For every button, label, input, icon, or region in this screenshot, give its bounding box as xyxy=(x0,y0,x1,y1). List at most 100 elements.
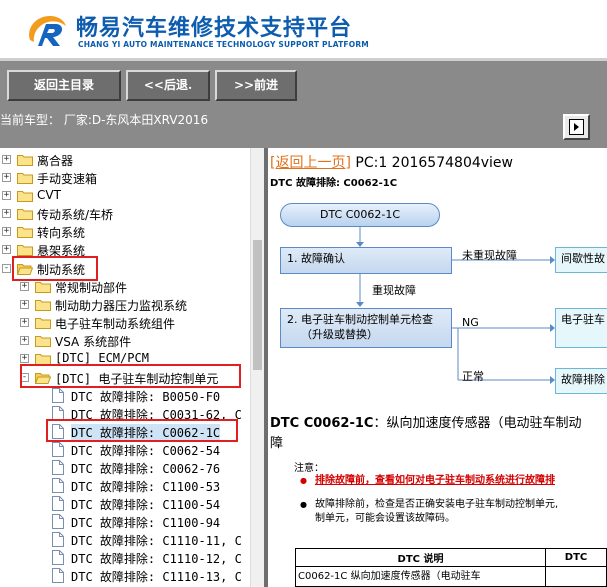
document-icon xyxy=(52,442,64,457)
document-icon xyxy=(52,388,64,403)
dtc-description: ：纵向加速度传感器（电动驻车制动 xyxy=(373,416,582,431)
note1-text[interactable]: 排除故障前，查看如何对电子驻车制动系统进行故障排 xyxy=(302,474,607,488)
tree-doc-label: DTC 故障排除: B0050-F0 xyxy=(71,390,221,404)
collapse-minus-icon[interactable]: - xyxy=(2,264,11,273)
tree-subfolder-label: [DTC] ECM/PCM xyxy=(55,351,149,365)
tree-subfolder-regular-brake[interactable]: + 常规制动部件 xyxy=(0,278,250,296)
tree-doc-c0062-76[interactable]: DTC 故障排除: C0062-76 xyxy=(0,459,250,477)
folder-icon xyxy=(35,317,51,329)
dtc-table-cell-desc: C0062-1C 纵向加速度传感器（电动驻车 xyxy=(295,566,546,587)
folder-icon xyxy=(35,335,51,347)
troubleshooting-flowchart: DTC C0062-1C 1. 故障确认 未重现故障 间歇性故 重现故障 2. … xyxy=(268,198,607,398)
dtc-description-cont: 障 xyxy=(270,436,284,451)
folder-icon xyxy=(17,208,33,220)
expand-icon xyxy=(569,119,584,135)
flow-start-node: DTC C0062-1C xyxy=(280,203,440,227)
tree-doc-label: DTC 故障排除: C0062-54 xyxy=(71,444,221,458)
tree-subfolder-vsa[interactable]: + VSA 系统部件 xyxy=(0,332,250,350)
document-icon xyxy=(52,478,64,493)
folder-icon xyxy=(17,172,33,184)
tree-folder-clutch[interactable]: + 离合器 xyxy=(0,151,250,169)
content-header: [返回上一页] PC:1 2016574804view xyxy=(270,152,513,172)
flow-step2-line2: （升级或替换） xyxy=(301,328,378,341)
dtc-code: DTC C0062-1C xyxy=(270,416,374,431)
tree-panel: + 离合器 + 手动变速箱 + CVT + 传动系统/车桥 + 转向系统 + 悬… xyxy=(0,148,264,587)
expand-plus-icon[interactable]: + xyxy=(2,155,11,164)
brand-title: 畅易汽车维修技术支持平台 xyxy=(76,16,353,41)
forward-button[interactable]: >>前进 xyxy=(215,70,297,101)
expand-plus-icon[interactable]: + xyxy=(20,354,29,363)
tree-subfolder-booster-monitor[interactable]: + 制动助力器压力监视系统 xyxy=(0,296,250,314)
brand-logo xyxy=(29,16,66,46)
tree-doc-label: DTC 故障排除: C1100-53 xyxy=(71,480,221,494)
tree-folder-label: 手动变速箱 xyxy=(37,172,98,186)
tree-subfolder-label: 制动助力器压力监视系统 xyxy=(55,299,188,313)
tree-subfolder-label: 常规制动部件 xyxy=(55,281,128,295)
document-icon xyxy=(52,550,64,565)
back-to-home-button[interactable]: 返回主目录 xyxy=(7,70,121,101)
note-link-troubleshoot[interactable]: 排除故障前，查看如何对电子驻车制动系统进行故障排 xyxy=(300,474,607,488)
expand-plus-icon[interactable]: + xyxy=(20,282,29,291)
tree-folder-label: 传动系统/车桥 xyxy=(37,208,114,222)
current-vehicle-text: 当前车型： 厂家:D-东风本田XRV2016 xyxy=(0,113,209,127)
tree-doc-b0050[interactable]: DTC 故障排除: B0050-F0 xyxy=(0,387,250,405)
note-install-check: 故障排除前，检查是否正确安装电子驻车制动控制单元, 制单元，可能会设置该故障码。 xyxy=(300,498,607,526)
folder-icon xyxy=(17,226,33,238)
dtc-table-header-dtc: DTC xyxy=(545,548,607,567)
tree-doc-c1100-54[interactable]: DTC 故障排除: C1100-54 xyxy=(0,495,250,513)
back-to-previous-link[interactable]: [返回上一页] xyxy=(270,155,351,171)
expand-plus-icon[interactable]: + xyxy=(20,336,29,345)
tree-folder-drivetrain[interactable]: + 传动系统/车桥 xyxy=(0,205,250,223)
folder-icon xyxy=(35,299,51,311)
note2-text: 故障排除前，检查是否正确安装电子驻车制动控制单元, xyxy=(315,499,559,510)
folder-icon xyxy=(17,244,33,256)
expand-plus-icon[interactable]: + xyxy=(20,318,29,327)
highlight-box-epb-control-unit xyxy=(20,364,241,388)
tree-doc-c1110-13[interactable]: DTC 故障排除: C1110-13, C xyxy=(0,567,250,585)
expand-panel-button[interactable] xyxy=(563,114,590,140)
flow-label-ng: NG xyxy=(462,316,479,329)
dtc-title: DTC C0062-1C：纵向加速度传感器（电动驻车制动 障 xyxy=(270,414,607,454)
expand-plus-icon[interactable]: + xyxy=(2,209,11,218)
folder-icon xyxy=(35,281,51,293)
vehicle-bar: 当前车型： 厂家:D-东风本田XRV2016 xyxy=(0,108,607,148)
tree-doc-c0062-54[interactable]: DTC 故障排除: C0062-54 xyxy=(0,441,250,459)
folder-icon xyxy=(17,190,33,202)
flow-normal-target-node: 故障排除 xyxy=(555,368,607,394)
tree-folder-steering[interactable]: + 转向系统 xyxy=(0,223,250,241)
expand-plus-icon[interactable]: + xyxy=(2,227,11,236)
content-panel: [返回上一页] PC:1 2016574804view DTC 故障排除: C0… xyxy=(268,148,607,587)
tree-doc-c1110-11[interactable]: DTC 故障排除: C1110-11, C xyxy=(0,531,250,549)
expand-plus-icon[interactable]: + xyxy=(2,245,11,254)
expand-plus-icon[interactable]: + xyxy=(20,300,29,309)
app-header: 畅易汽车维修技术支持平台 CHANG YI AUTO MAINTENANCE T… xyxy=(0,0,607,58)
tree-folder-label: CVT xyxy=(37,188,61,202)
tree-subfolder-epb-components[interactable]: + 电子驻车制动系统组件 xyxy=(0,314,250,332)
expand-plus-icon[interactable]: + xyxy=(2,191,11,200)
tree-doc-c1100-53[interactable]: DTC 故障排除: C1100-53 xyxy=(0,477,250,495)
back-button[interactable]: <<后退. xyxy=(126,70,210,101)
folder-icon xyxy=(17,154,33,166)
tree-doc-label: DTC 故障排除: C1100-54 xyxy=(71,498,221,512)
expand-plus-icon[interactable]: + xyxy=(2,173,11,182)
tree-scrollbar[interactable] xyxy=(250,148,264,587)
tree-scrollbar-thumb[interactable] xyxy=(253,240,262,370)
tree-doc-c1100-94[interactable]: DTC 故障排除: C1100-94 xyxy=(0,513,250,531)
tree-doc-c1110-12[interactable]: DTC 故障排除: C1110-12, C xyxy=(0,549,250,567)
tree-subfolder-label: VSA 系统部件 xyxy=(55,335,132,349)
page-code: PC:1 2016574804view xyxy=(355,155,513,171)
tree-folder-manual-transmission[interactable]: + 手动变速箱 xyxy=(0,169,250,187)
document-icon xyxy=(52,460,64,475)
document-icon xyxy=(52,568,64,583)
note-label: 注意： xyxy=(294,463,324,474)
flow-label-no-repro: 未重现故障 xyxy=(462,249,517,262)
dtc-table: DTC 说明 DTC C0062-1C 纵向加速度传感器（电动驻车 xyxy=(295,548,607,587)
dtc-table-cell-dtc xyxy=(545,566,607,587)
document-icon xyxy=(52,496,64,511)
flow-step1-node: 1. 故障确认 xyxy=(280,247,452,274)
flow-label-normal: 正常 xyxy=(462,370,484,383)
document-icon xyxy=(52,514,64,529)
tree-doc-label: DTC 故障排除: C1110-11, C xyxy=(71,534,242,548)
tree-folder-cvt[interactable]: + CVT xyxy=(0,187,250,205)
flow-intermittent-node: 间歇性故 xyxy=(555,247,607,273)
